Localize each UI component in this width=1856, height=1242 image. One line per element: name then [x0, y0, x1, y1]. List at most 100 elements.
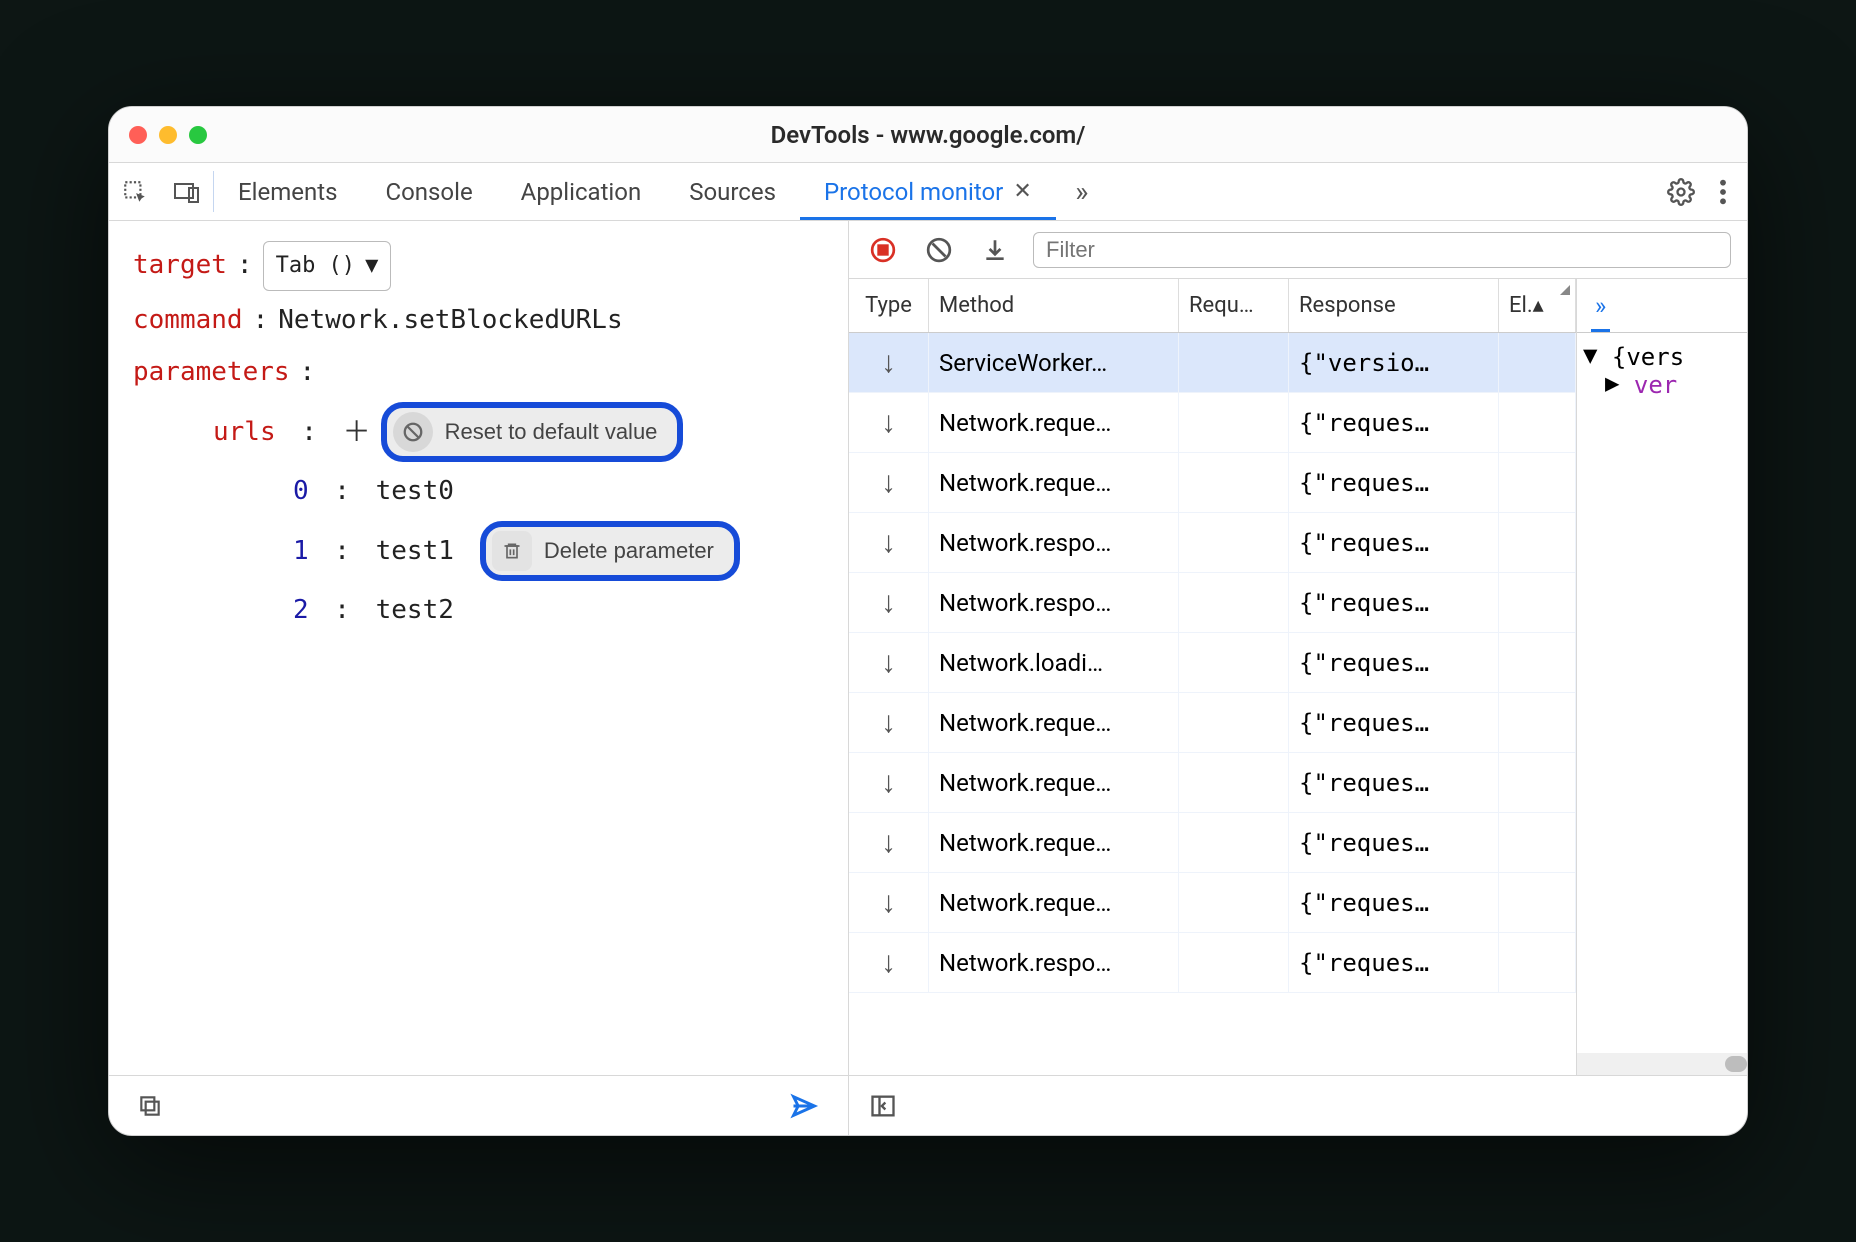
kebab-menu-icon[interactable] — [1719, 178, 1727, 206]
table-row[interactable]: ↓ServiceWorker…{"versio… — [849, 333, 1576, 393]
close-tab-icon[interactable]: ✕ — [1013, 179, 1031, 204]
record-icon[interactable] — [865, 232, 901, 268]
horizontal-scrollbar[interactable] — [1577, 1053, 1747, 1075]
request-cell — [1179, 393, 1289, 452]
request-cell — [1179, 933, 1289, 992]
details-side-panel: » ▼ {vers ▶ ver — [1577, 279, 1747, 1075]
tab-protocol-monitor[interactable]: Protocol monitor ✕ — [800, 163, 1056, 220]
direction-arrow-icon: ↓ — [849, 573, 929, 632]
tab-console[interactable]: Console — [361, 163, 496, 220]
array-value[interactable]: test0 — [376, 468, 454, 515]
method-cell: Network.reque… — [929, 393, 1179, 452]
response-cell: {"reques… — [1289, 633, 1499, 692]
command-value[interactable]: Network.setBlockedURLs — [278, 297, 622, 344]
toggle-drawer-icon[interactable] — [869, 1092, 897, 1120]
reset-callout[interactable]: Reset to default value — [381, 402, 684, 462]
elapsed-cell — [1499, 933, 1576, 992]
elapsed-cell — [1499, 573, 1576, 632]
command-key: command — [133, 297, 243, 344]
col-method-header[interactable]: Method — [929, 279, 1179, 332]
delete-callout[interactable]: Delete parameter — [480, 521, 740, 581]
table-row[interactable]: ↓Network.reque… {"reques… — [849, 813, 1576, 873]
elapsed-cell — [1499, 333, 1576, 392]
table-row[interactable]: ↓Network.reque…{"reques… — [849, 873, 1576, 933]
download-icon[interactable] — [977, 232, 1013, 268]
response-cell: {"reques… — [1289, 513, 1499, 572]
inspect-element-icon[interactable] — [109, 163, 161, 220]
array-index: 2 — [293, 587, 309, 634]
editor-footer — [109, 1075, 848, 1135]
method-cell: ServiceWorker… — [929, 333, 1179, 392]
elapsed-cell — [1499, 873, 1576, 932]
array-value[interactable]: test1 — [376, 528, 454, 575]
tab-elements[interactable]: Elements — [214, 163, 361, 220]
target-select[interactable]: Tab () ▼ — [263, 241, 392, 291]
table-row[interactable]: ↓Network.respo…{"reques… — [849, 573, 1576, 633]
table-row[interactable]: ↓Network.reque… {"reques… — [849, 393, 1576, 453]
method-cell: Network.respo… — [929, 513, 1179, 572]
no-entry-icon — [393, 412, 433, 452]
target-value: Tab () — [276, 246, 355, 286]
urls-key: urls — [213, 409, 276, 456]
close-window-button[interactable] — [129, 126, 147, 144]
request-cell — [1179, 453, 1289, 512]
send-command-icon[interactable] — [788, 1092, 820, 1120]
method-cell: Network.reque… — [929, 693, 1179, 752]
minimize-window-button[interactable] — [159, 126, 177, 144]
elapsed-cell — [1499, 393, 1576, 452]
chevron-down-icon: ▼ — [365, 246, 378, 286]
table-row[interactable]: ↓Network.loadi…{"reques… — [849, 633, 1576, 693]
filter-input[interactable] — [1033, 232, 1731, 268]
col-response-header[interactable]: Response — [1289, 279, 1499, 332]
copy-icon[interactable] — [137, 1093, 163, 1119]
request-cell — [1179, 753, 1289, 812]
direction-arrow-icon: ↓ — [849, 393, 929, 452]
col-request-header[interactable]: Requ… — [1179, 279, 1289, 332]
clear-icon[interactable] — [921, 232, 957, 268]
array-index: 1 — [293, 528, 309, 575]
direction-arrow-icon: ↓ — [849, 813, 929, 872]
request-cell — [1179, 333, 1289, 392]
table-row[interactable]: ↓Network.respo…{"reques… — [849, 933, 1576, 993]
table-row[interactable]: ↓Network.reque…{"reques… — [849, 453, 1576, 513]
response-cell: {"reques… — [1289, 393, 1499, 452]
response-cell: {"reques… — [1289, 453, 1499, 512]
method-cell: Network.respo… — [929, 933, 1179, 992]
elapsed-cell — [1499, 633, 1576, 692]
tree-root-label: {vers — [1612, 343, 1684, 371]
request-cell — [1179, 573, 1289, 632]
tab-sources[interactable]: Sources — [665, 163, 800, 220]
device-toolbar-icon[interactable] — [161, 163, 213, 220]
array-index: 0 — [293, 468, 309, 515]
maximize-window-button[interactable] — [189, 126, 207, 144]
method-cell: Network.reque… — [929, 813, 1179, 872]
direction-arrow-icon: ↓ — [849, 513, 929, 572]
tree-root[interactable]: ▼ {vers — [1583, 343, 1741, 371]
response-cell: {"reques… — [1289, 573, 1499, 632]
tab-application[interactable]: Application — [497, 163, 666, 220]
corner-resize-icon[interactable] — [1560, 285, 1570, 295]
response-cell: {"reques… — [1289, 753, 1499, 812]
request-cell — [1179, 633, 1289, 692]
scrollbar-thumb[interactable] — [1725, 1056, 1747, 1072]
tree-child[interactable]: ▶ ver — [1583, 371, 1741, 399]
array-value[interactable]: test2 — [376, 587, 454, 634]
settings-icon[interactable] — [1667, 178, 1695, 206]
caret-right-icon: ▶ — [1605, 369, 1619, 397]
method-cell: Network.reque… — [929, 453, 1179, 512]
direction-arrow-icon: ↓ — [849, 333, 929, 392]
add-item-icon[interactable]: ＋ — [343, 407, 371, 457]
tab-label: Elements — [238, 178, 337, 206]
side-more-tabs-icon[interactable]: » — [1591, 280, 1610, 332]
target-key: target — [133, 242, 227, 289]
table-row[interactable]: ↓Network.reque…{"reques… — [849, 693, 1576, 753]
table-row[interactable]: ↓Network.reque…{"reques… — [849, 753, 1576, 813]
direction-arrow-icon: ↓ — [849, 873, 929, 932]
tab-label: Console — [385, 178, 472, 206]
trash-icon — [492, 531, 532, 571]
more-tabs-icon[interactable]: » — [1056, 163, 1108, 220]
table-row[interactable]: ↓Network.respo… {"reques… — [849, 513, 1576, 573]
col-type-header[interactable]: Type — [849, 279, 929, 332]
direction-arrow-icon: ↓ — [849, 933, 929, 992]
response-cell: {"reques… — [1289, 813, 1499, 872]
